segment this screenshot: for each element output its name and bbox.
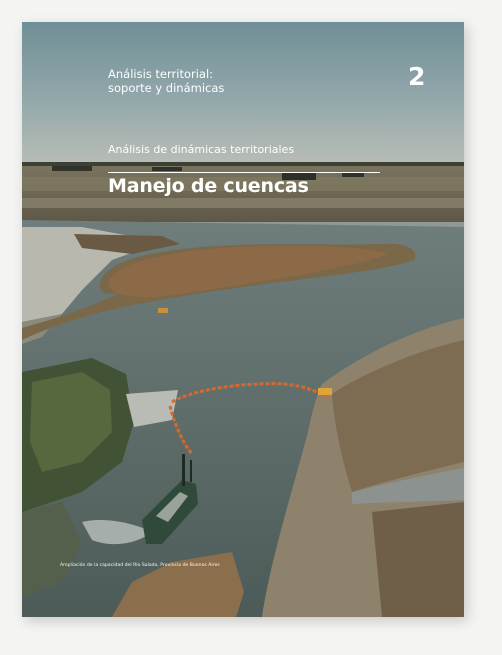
section-title: Manejo de cuencas — [108, 175, 309, 197]
chapter-label-line2: soporte y dinámicas — [108, 81, 225, 95]
aerial-river-photo — [22, 22, 464, 617]
title-divider — [108, 172, 380, 173]
chapter-number: 2 — [408, 62, 426, 91]
chapter-label: Análisis territorial: soporte y dinámica… — [108, 67, 224, 95]
chapter-label-line1: Análisis territorial: — [108, 67, 214, 81]
photo-caption: Ampliación de la capacidad del Río Salad… — [60, 563, 220, 568]
report-page: Análisis territorial: soporte y dinámica… — [22, 22, 464, 617]
section-label: Análisis de dinámicas territoriales — [108, 143, 295, 156]
